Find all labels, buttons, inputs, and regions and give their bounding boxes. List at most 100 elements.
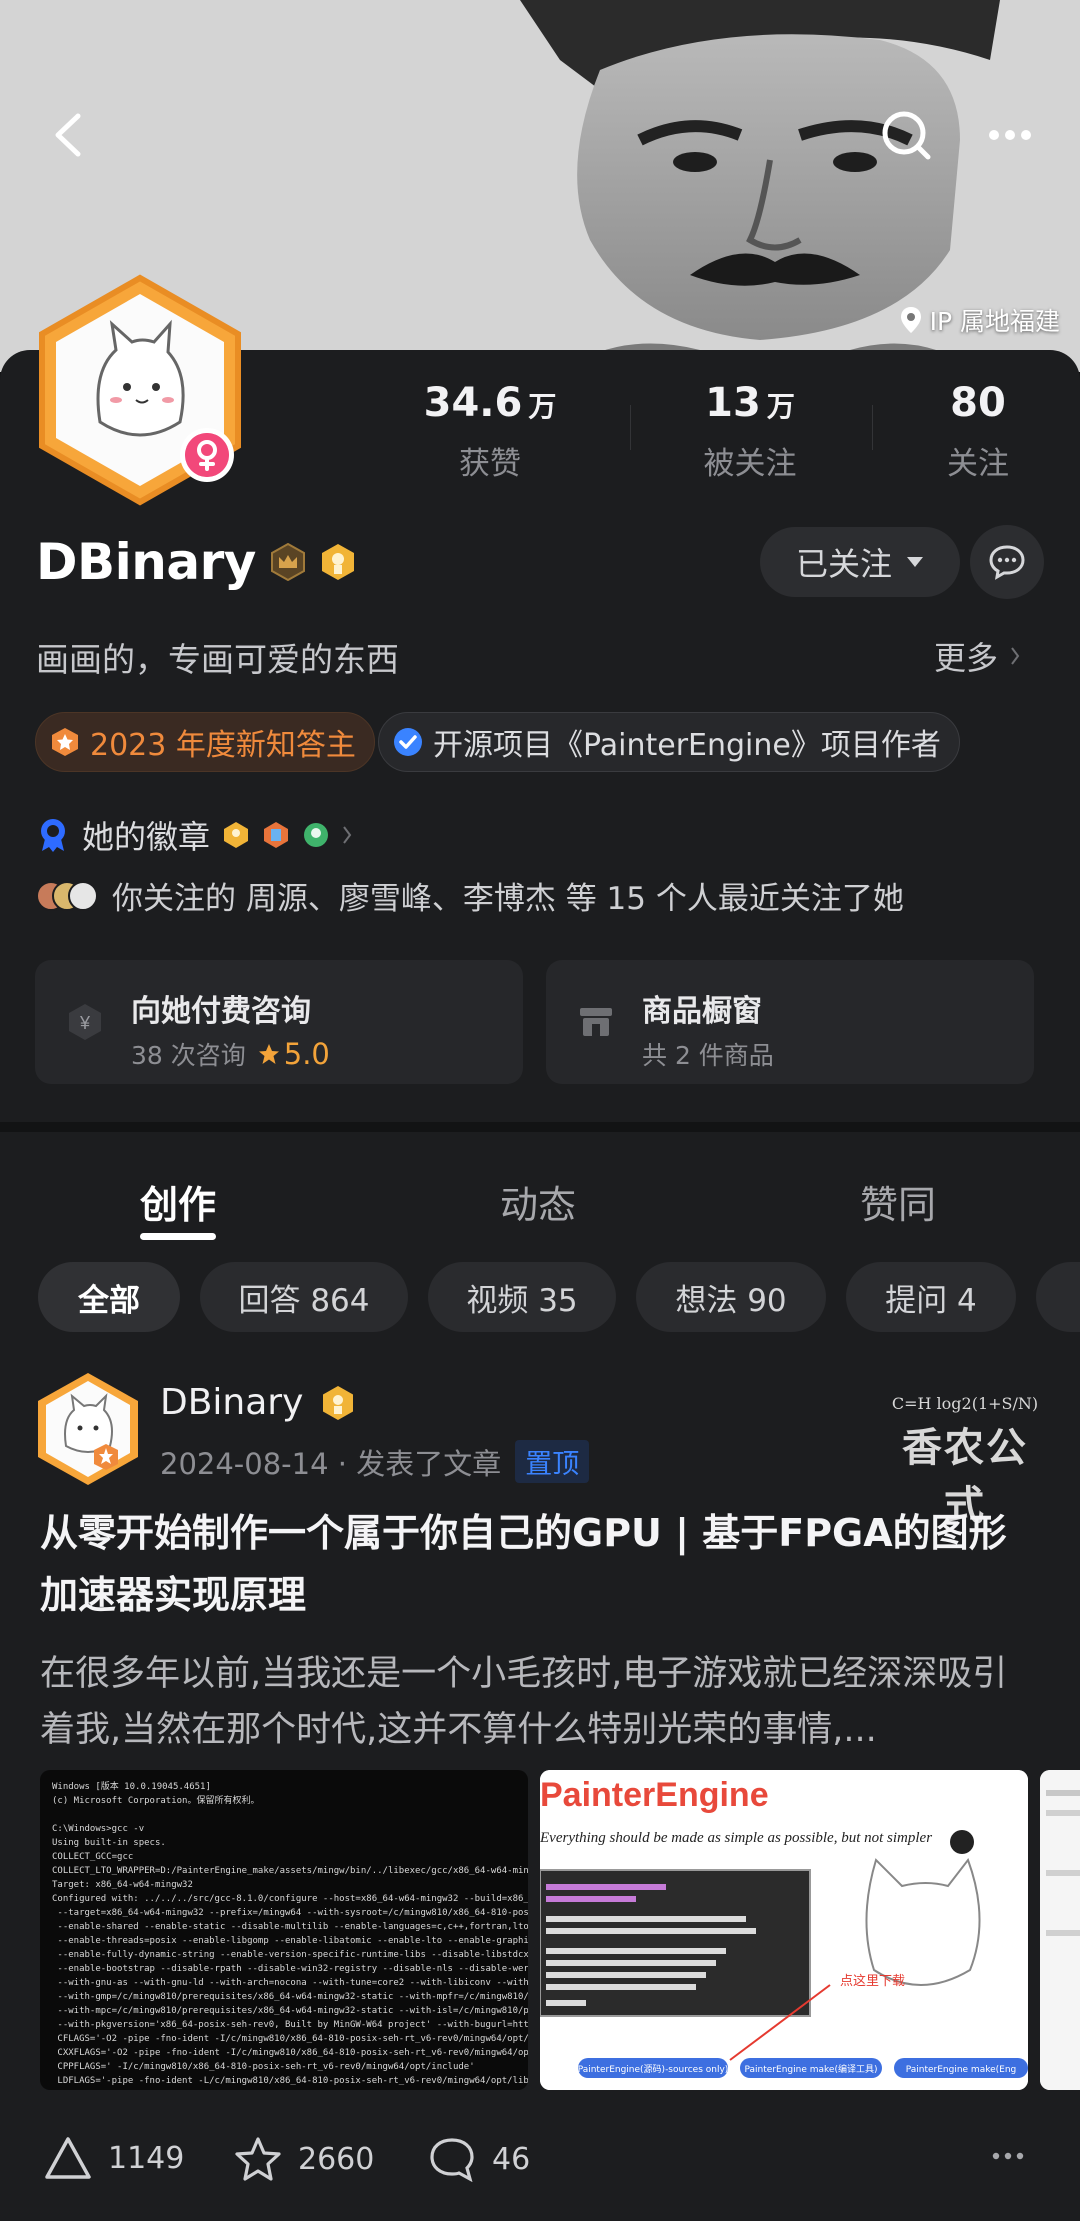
more-info-link[interactable]: 更多 [934,633,1020,679]
star-icon [258,1044,279,1064]
post-actions: 1149 2660 46 [0,2122,1080,2202]
content-tabs: 创作 动态 赞同 [0,1132,1080,1242]
verified-check-icon [394,728,422,756]
storefront-icon [580,1008,612,1036]
badges-row[interactable]: 她的徽章 [36,812,352,858]
author-avatar-image [38,1373,138,1485]
ip-location-text: IP 属地福建 [929,307,1060,336]
thumb2-button: PainterEngine(源码)-sources only) [578,2064,729,2075]
filter-videos[interactable]: 视频 35 [428,1262,616,1332]
female-icon [185,433,229,477]
friend-avatars [36,880,98,911]
more-info-label: 更多 [934,639,999,677]
profile-bio: 画画的，专画可爱的东西 [36,640,399,679]
back-arrow-icon [55,113,81,157]
post-image-gallery: Windows [版本 10.0.19045.4651] (c) Microso… [40,1770,1080,2090]
follow-status-label: 已关注 [795,545,892,583]
comment-bubble-icon [430,2138,474,2182]
star-medal-icon [52,728,78,756]
stat-followers[interactable]: 13 万 被关注 [680,380,820,483]
crown-badge-icon[interactable] [270,543,306,581]
thumb2-slogan: Everything should be made as simple as p… [540,1830,932,1846]
stat-followers-number: 13 [705,380,761,426]
tab-creations[interactable]: 创作 [140,1174,216,1229]
mutual-follows-text: 你关注的 周源、廖雪峰、李博杰 等 15 个人最近关注了她 [112,881,904,917]
stat-likes[interactable]: 34.6 万 获赞 [420,380,560,483]
third-screenshot[interactable] [1040,1770,1080,2090]
filter-thoughts[interactable]: 想法 90 [636,1262,826,1332]
filter-questions[interactable]: 提问 4 [846,1262,1016,1332]
caret-down-icon [907,557,923,567]
star-outline-icon [235,2137,281,2181]
badge-colorful-icon [264,822,289,848]
goods-showcase-title: 商品橱窗 [642,994,762,1029]
profile-name: DBinary [36,533,256,591]
open-source-author-tag[interactable]: 开源项目《PainterEngine》项目作者 [378,712,960,772]
consult-rating: 5.0 [258,1037,330,1071]
ribbon-medal-icon [41,819,65,852]
post-excerpt[interactable]: 在很多年以前,当我还是一个小毛孩时,电子游戏就已经深深吸引着我,当然在那个时代,… [40,1646,1040,1758]
creator-badge-icon[interactable] [320,543,356,581]
stat-likes-label: 获赞 [459,446,521,482]
post-meta-text: 2024-08-14 · 发表了文章 [160,1446,502,1481]
annual-answerer-label: 2023 年度新知答主 [90,728,356,763]
search-button[interactable] [866,95,946,175]
painterengine-screenshot[interactable]: PainterEngine Everything should be made … [540,1770,1028,2090]
search-icon [882,111,931,160]
tab-upvoted[interactable]: 赞同 [860,1174,936,1229]
more-options-button[interactable] [970,95,1050,175]
paid-consult-card[interactable]: ¥ 向她付费咨询 38 次咨询 5.0 [35,960,523,1084]
post-author-name[interactable]: DBinary [160,1382,303,1423]
badge-gold-icon [224,822,249,848]
yuan-coin-icon: ¥ [69,1004,101,1040]
paid-consult-title: 向她付费咨询 [131,994,311,1029]
badges-label: 她的徽章 [82,818,211,856]
stat-following[interactable]: 80 关注 [918,380,1038,483]
tab-activity[interactable]: 动态 [500,1174,576,1229]
profile-name-row: DBinary [36,533,356,591]
badge-green-icon [304,823,329,847]
favorite-button[interactable]: 2660 [234,2136,374,2182]
post-author-row: DBinary [160,1382,355,1423]
creator-badge-icon [323,1385,354,1420]
mutual-follows-row[interactable]: 你关注的 周源、廖雪峰、李博杰 等 15 个人最近关注了她 [36,873,904,918]
message-button[interactable] [970,525,1044,599]
stat-likes-unit: 万 [528,390,557,423]
consult-rating-value: 5.0 [283,1037,330,1071]
stat-likes-number: 34.6 [423,380,523,426]
filter-all[interactable]: 全部 [38,1262,180,1332]
chat-bubble-icon [989,545,1025,580]
post-title[interactable]: 从零开始制作一个属于你自己的GPU | 基于FPGA的图形加速器实现原理 [40,1502,1040,1626]
active-tab-indicator [140,1233,216,1240]
thumb2-title: PainterEngine [540,1776,769,1814]
paid-consult-sub: 38 次咨询 5.0 [131,1036,330,1072]
settings-preview [1040,1770,1080,2090]
comment-button[interactable]: 46 [428,2136,530,2182]
goods-showcase-card[interactable]: 商品橱窗 共 2 件商品 [546,960,1034,1084]
upvote-count: 1149 [108,2140,185,2176]
stat-following-number: 80 [950,380,1006,426]
content-section: 创作 动态 赞同 全部 回答 864 视频 35 想法 90 提问 4 DBin… [0,1132,1080,2221]
post-author-avatar[interactable] [34,1370,142,1486]
filter-more[interactable] [1036,1262,1080,1332]
comment-count: 46 [492,2141,531,2177]
follow-status-button[interactable]: 已关注 [760,527,960,597]
more-dots-icon [989,130,1031,140]
filter-answers[interactable]: 回答 864 [200,1262,408,1332]
shannon-formula-logo: C=H log2(1+S/N) 香农公式 [890,1394,1040,1529]
goods-showcase-sub: 共 2 件商品 [642,1041,774,1070]
post-meta-row: 2024-08-14 · 发表了文章 置顶 [160,1440,590,1483]
terminal-output: Windows [版本 10.0.19045.4651] (c) Microso… [52,1782,528,2086]
shannon-formula: C=H log2(1+S/N) [891,1394,1039,1413]
terminal-screenshot[interactable]: Windows [版本 10.0.19045.4651] (c) Microso… [40,1770,528,2090]
stat-divider [872,405,873,450]
chevron-right-icon [1011,647,1020,665]
thumb2-button: PainterEngine make(编译工具) [745,2063,878,2075]
post-more-button[interactable] [992,2152,1024,2160]
thumb2-note: 点这里下载 [840,1973,905,1989]
back-button[interactable] [28,95,108,175]
annual-answerer-tag[interactable]: 2023 年度新知答主 [35,712,375,772]
location-pin-icon [900,307,921,333]
upvote-button[interactable]: 1149 [44,2136,184,2180]
favorite-count: 2660 [298,2141,375,2177]
